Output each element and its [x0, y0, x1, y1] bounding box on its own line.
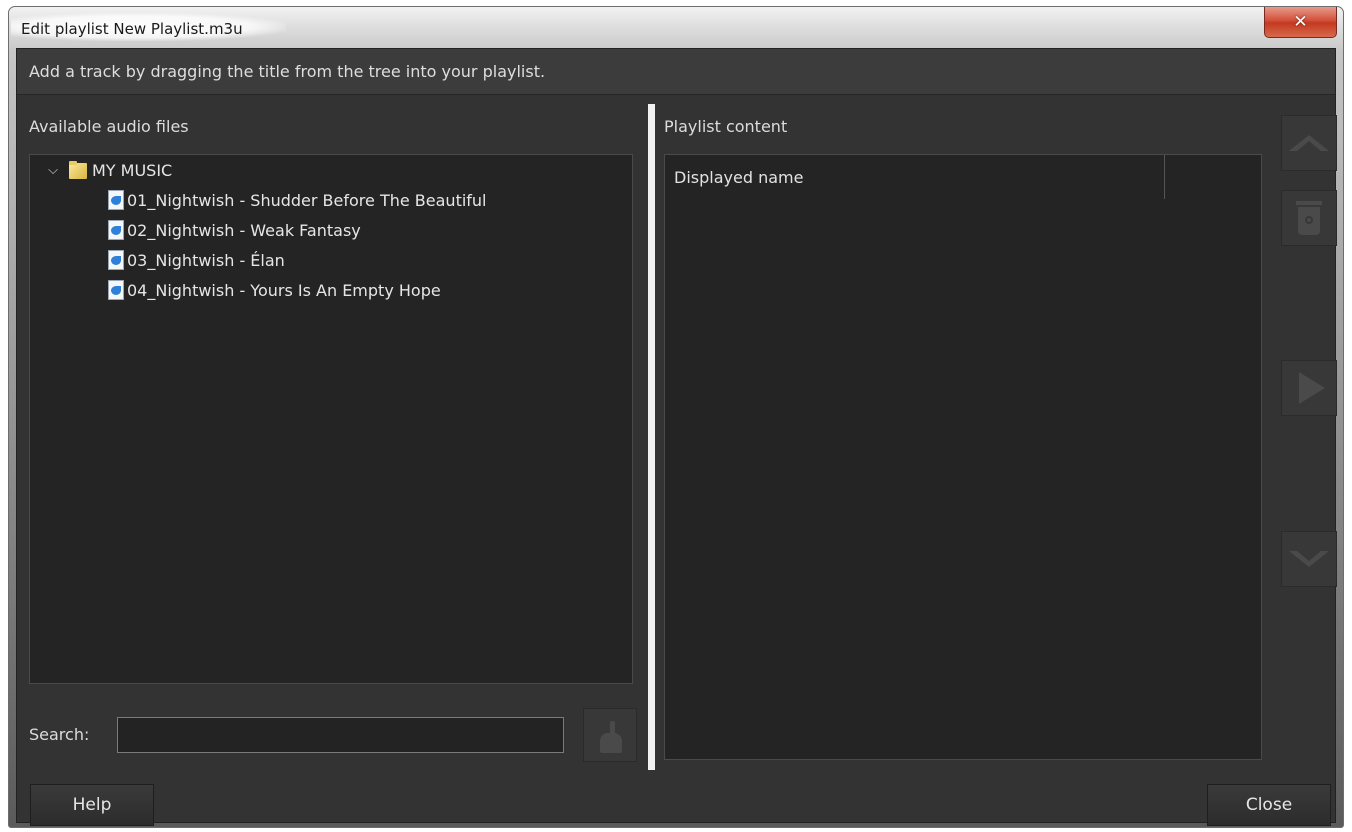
- tree-item[interactable]: 03_Nightwish - Élan: [108, 247, 285, 273]
- instruction-text: Add a track by dragging the title from t…: [29, 62, 546, 81]
- tree-item-label: 01_Nightwish - Shudder Before The Beauti…: [127, 190, 487, 210]
- playlist-table[interactable]: Displayed name: [664, 154, 1262, 760]
- playlist-content-label: Playlist content: [664, 117, 788, 136]
- delete-icon: [1296, 201, 1322, 235]
- tree-item[interactable]: 01_Nightwish - Shudder Before The Beauti…: [108, 187, 487, 213]
- audio-file-icon: [108, 250, 124, 270]
- move-up-icon: [1289, 135, 1329, 151]
- move-up-button[interactable]: [1281, 115, 1337, 171]
- tree-item-label: 02_Nightwish - Weak Fantasy: [127, 220, 361, 240]
- audio-files-tree[interactable]: ⌵ MY MUSIC 01_Nightwish - Shudder Before…: [29, 154, 633, 684]
- dialog-content: Add a track by dragging the title from t…: [16, 48, 1337, 826]
- help-button[interactable]: Help: [30, 784, 154, 826]
- broom-icon: [598, 721, 622, 753]
- playlist-editor-window: Edit playlist New Playlist.m3u ✕ Add a t…: [8, 6, 1344, 828]
- available-files-label: Available audio files: [29, 117, 189, 136]
- search-input[interactable]: [117, 717, 564, 753]
- move-down-icon: [1289, 551, 1329, 567]
- tree-item-label: 04_Nightwish - Yours Is An Empty Hope: [127, 280, 441, 300]
- delete-button[interactable]: [1281, 190, 1337, 246]
- close-icon: ✕: [1293, 11, 1308, 32]
- audio-file-icon: [108, 190, 124, 210]
- close-button[interactable]: Close: [1207, 784, 1331, 826]
- search-label: Search:: [29, 725, 90, 744]
- clear-search-button[interactable]: [583, 708, 637, 762]
- audio-file-icon: [108, 220, 124, 240]
- column-header-label: Displayed name: [674, 167, 804, 187]
- title-bar[interactable]: Edit playlist New Playlist.m3u ✕: [9, 7, 1343, 51]
- tree-item-label: 03_Nightwish - Élan: [127, 250, 285, 270]
- tree-root-label: MY MUSIC: [92, 160, 173, 180]
- tree-root-my-music[interactable]: ⌵ MY MUSIC: [46, 157, 172, 183]
- window-close-button[interactable]: ✕: [1264, 7, 1337, 38]
- instruction-bar: Add a track by dragging the title from t…: [17, 49, 1335, 95]
- tree-item[interactable]: 04_Nightwish - Yours Is An Empty Hope: [108, 277, 441, 303]
- move-down-button[interactable]: [1281, 531, 1337, 587]
- panel-splitter[interactable]: [648, 104, 655, 770]
- play-button[interactable]: [1281, 360, 1337, 416]
- folder-icon: [69, 161, 88, 179]
- tree-item[interactable]: 02_Nightwish - Weak Fantasy: [108, 217, 361, 243]
- play-icon: [1299, 372, 1325, 404]
- window-title: Edit playlist New Playlist.m3u: [21, 20, 243, 38]
- chevron-down-icon[interactable]: ⌵: [46, 163, 60, 178]
- column-header-displayed-name[interactable]: Displayed name: [665, 155, 1165, 199]
- audio-file-icon: [108, 280, 124, 300]
